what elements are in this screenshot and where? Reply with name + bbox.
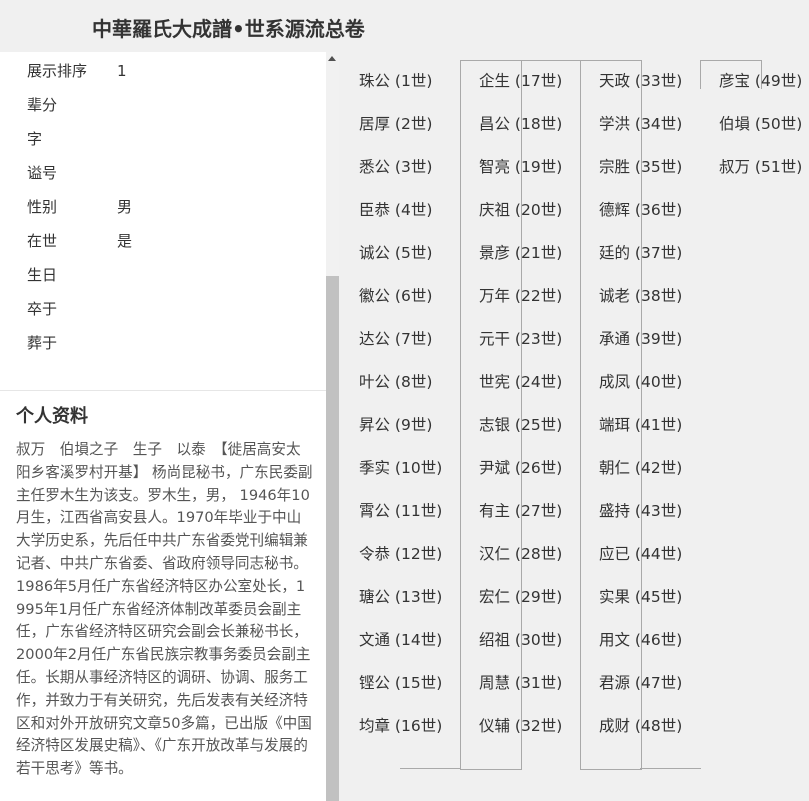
- lineage-member-link[interactable]: 有主 (27世): [479, 490, 562, 533]
- section-divider: [0, 390, 326, 391]
- scrollbar-thumb[interactable]: [326, 276, 339, 801]
- lineage-member-link[interactable]: 企生 (17世): [479, 60, 562, 103]
- lineage-member-link[interactable]: 廷的 (37世): [599, 232, 682, 275]
- attribute-value: 是: [117, 232, 133, 250]
- lineage-member-link[interactable]: 天政 (33世): [599, 60, 682, 103]
- profile-bio: 叔万 伯塤之子 生子 以泰 【徙居高安太阳乡客溪罗村开基】 杨尚昆秘书，广东民委…: [16, 441, 313, 778]
- info-panel: 展示排序 1 辈分字谥号性别 男在世 是生日卒于葬于 个人资料 叔万 伯塤之子 生子 以…: [0, 52, 326, 801]
- lineage-member-link[interactable]: 君源 (47世): [599, 662, 682, 705]
- lineage-member-link[interactable]: 汉仁 (28世): [479, 533, 562, 576]
- lineage-connector: [400, 768, 461, 769]
- lineage-member-link[interactable]: 宏仁 (29世): [479, 576, 562, 619]
- lineage-member-link[interactable]: 成凤 (40世): [599, 361, 682, 404]
- lineage-member-link[interactable]: 文通 (14世): [359, 619, 442, 662]
- lineage-member-link[interactable]: 实果 (45世): [599, 576, 682, 619]
- attribute-value: 1: [117, 62, 127, 80]
- lineage-member-link[interactable]: 盛持 (43世): [599, 490, 682, 533]
- lineage-member-link[interactable]: 居厚 (2世): [359, 103, 432, 146]
- lineage-member-link[interactable]: 铿公 (15世): [359, 662, 442, 705]
- lineage-member-link[interactable]: 智亮 (19世): [479, 146, 562, 189]
- lineage-member-link[interactable]: 应已 (44世): [599, 533, 682, 576]
- lineage-member-link[interactable]: 学洪 (34世): [599, 103, 682, 146]
- attribute-value: 男: [117, 198, 133, 216]
- lineage-member-link[interactable]: 叶公 (8世): [359, 361, 432, 404]
- lineage-member-link[interactable]: 元干 (23世): [479, 318, 562, 361]
- lineage-member-link[interactable]: 诚老 (38世): [599, 275, 682, 318]
- lineage-member-link[interactable]: 成财 (48世): [599, 705, 682, 748]
- lineage-member-link[interactable]: 瑭公 (13世): [359, 576, 442, 619]
- lineage-member-link[interactable]: 叔万 (51世): [719, 146, 802, 189]
- lineage-member-link[interactable]: 臣恭 (4世): [359, 189, 432, 232]
- attribute-key: 性别: [27, 198, 58, 216]
- info-panel-scrollbar[interactable]: [326, 52, 339, 801]
- header-bar: 中華羅氏大成譜•世系源流总卷: [0, 0, 809, 53]
- lineage-member-link[interactable]: 达公 (7世): [359, 318, 432, 361]
- lineage-member-link[interactable]: 昌公 (18世): [479, 103, 562, 146]
- lineage-member-link[interactable]: 庆祖 (20世): [479, 189, 562, 232]
- lineage-tree: 珠公 (1世) 居厚 (2世) 悉公 (3世) 臣恭 (4世) 诚公 (5世) 徽公 (6…: [339, 52, 809, 801]
- lineage-member-link[interactable]: 端珥 (41世): [599, 404, 682, 447]
- attribute-key: 在世: [27, 232, 58, 250]
- attribute-key: 字: [27, 130, 43, 148]
- lineage-member-link[interactable]: 季实 (10世): [359, 447, 442, 490]
- lineage-member-link[interactable]: 徽公 (6世): [359, 275, 432, 318]
- lineage-connector: [640, 768, 701, 769]
- attribute-key: 展示排序: [27, 62, 88, 80]
- lineage-member-link[interactable]: 诚公 (5世): [359, 232, 432, 275]
- lineage-member-link[interactable]: 万年 (22世): [479, 275, 562, 318]
- attribute-key: 谥号: [27, 164, 58, 182]
- lineage-member-link[interactable]: 世宪 (24世): [479, 361, 562, 404]
- attribute-key: 葬于: [27, 334, 58, 352]
- lineage-member-link[interactable]: 景彦 (21世): [479, 232, 562, 275]
- lineage-member-link[interactable]: 周慧 (31世): [479, 662, 562, 705]
- lineage-member-link[interactable]: 珠公 (1世): [359, 60, 432, 103]
- lineage-member-link[interactable]: 昇公 (9世): [359, 404, 432, 447]
- lineage-member-link[interactable]: 悉公 (3世): [359, 146, 432, 189]
- attribute-key: 卒于: [27, 300, 58, 318]
- lineage-member-link[interactable]: 承通 (39世): [599, 318, 682, 361]
- lineage-member-link[interactable]: 绍祖 (30世): [479, 619, 562, 662]
- lineage-member-link[interactable]: 均章 (16世): [359, 705, 442, 748]
- lineage-member-link[interactable]: 伯塤 (50世): [719, 103, 802, 146]
- lineage-member-link[interactable]: 宗胜 (35世): [599, 146, 682, 189]
- lineage-member-link[interactable]: 彦宝 (49世): [719, 60, 802, 103]
- lineage-member-link[interactable]: 尹斌 (26世): [479, 447, 562, 490]
- lineage-member-link[interactable]: 志银 (25世): [479, 404, 562, 447]
- attribute-key: 辈分: [27, 96, 58, 114]
- lineage-member-link[interactable]: 令恭 (12世): [359, 533, 442, 576]
- lineage-member-link[interactable]: 德辉 (36世): [599, 189, 682, 232]
- lineage-member-link[interactable]: 用文 (46世): [599, 619, 682, 662]
- lineage-member-link[interactable]: 朝仁 (42世): [599, 447, 682, 490]
- attribute-key: 生日: [27, 266, 58, 284]
- page-title: 中華羅氏大成譜•世系源流总卷: [92, 17, 365, 41]
- scroll-up-arrow-icon[interactable]: [328, 56, 336, 61]
- lineage-member-link[interactable]: 霄公 (11世): [359, 490, 442, 533]
- profile-title: 个人资料: [16, 406, 88, 427]
- lineage-member-link[interactable]: 仪辅 (32世): [479, 705, 562, 748]
